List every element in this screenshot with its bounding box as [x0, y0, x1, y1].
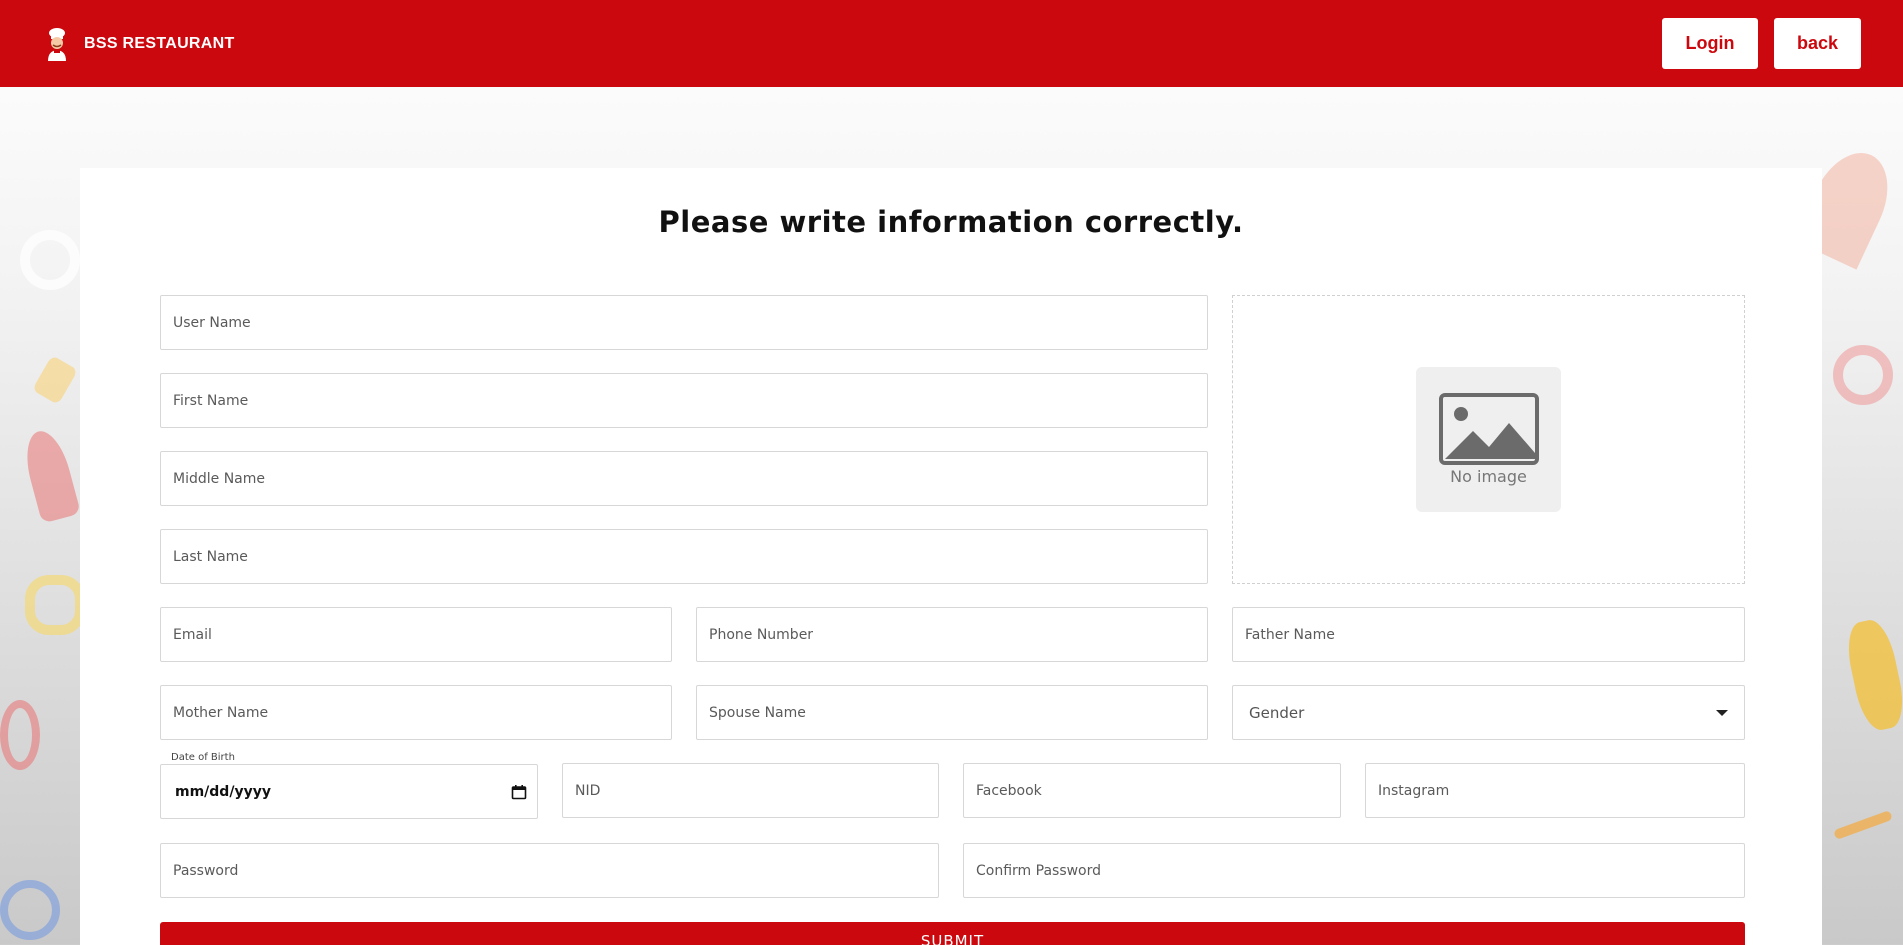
gender-select-value: Gender [1249, 703, 1305, 722]
nid-field [562, 763, 939, 818]
last-name-field [160, 529, 1208, 584]
background-decoration [19, 426, 81, 524]
mother-name-field [160, 685, 672, 740]
user-name-field [160, 295, 1208, 350]
spouse-name-input[interactable] [697, 686, 1207, 739]
last-name-input[interactable] [161, 530, 1207, 583]
submit-button[interactable]: SUBMIT [160, 922, 1745, 945]
image-upload-area[interactable]: No image [1232, 295, 1745, 584]
spouse-name-field [696, 685, 1208, 740]
background-decoration [25, 575, 85, 635]
dob-input[interactable]: mm/dd/yyyy [160, 764, 538, 819]
no-image-placeholder: No image [1416, 367, 1561, 512]
nid-input[interactable] [563, 764, 938, 817]
back-button[interactable]: back [1774, 18, 1861, 69]
father-name-input[interactable] [1233, 608, 1744, 661]
mother-name-input[interactable] [161, 686, 671, 739]
brand[interactable]: BSS RESTAURANT [42, 27, 235, 61]
gender-select[interactable]: Gender [1232, 685, 1745, 740]
page-title: Please write information correctly. [658, 205, 1244, 239]
navbar: BSS RESTAURANT Login back [0, 0, 1903, 87]
facebook-input[interactable] [964, 764, 1340, 817]
password-input[interactable] [161, 844, 938, 897]
middle-name-input[interactable] [161, 452, 1207, 505]
background-decoration [0, 700, 40, 770]
image-placeholder-icon [1438, 393, 1539, 465]
no-image-text: No image [1450, 467, 1527, 486]
background-decoration [1842, 616, 1903, 734]
password-field [160, 843, 939, 898]
login-button[interactable]: Login [1662, 18, 1758, 69]
dob-value: mm/dd/yyyy [175, 783, 271, 800]
confirm-password-field [963, 843, 1745, 898]
dob-label: Date of Birth [171, 752, 235, 763]
background-decoration [1833, 345, 1893, 405]
registration-card: Please write information correctly. No i… [80, 168, 1822, 945]
first-name-input[interactable] [161, 374, 1207, 427]
phone-input[interactable] [697, 608, 1207, 661]
father-name-field [1232, 607, 1745, 662]
confirm-password-input[interactable] [964, 844, 1744, 897]
middle-name-field [160, 451, 1208, 506]
instagram-input[interactable] [1366, 764, 1744, 817]
phone-field [696, 607, 1208, 662]
email-field [160, 607, 672, 662]
user-name-input[interactable] [161, 296, 1207, 349]
instagram-field [1365, 763, 1745, 818]
facebook-field [963, 763, 1341, 818]
background-decoration [0, 880, 60, 940]
background-decoration [1833, 810, 1893, 840]
caret-down-icon [1716, 709, 1728, 716]
email-input[interactable] [161, 608, 671, 661]
calendar-icon[interactable] [511, 784, 527, 800]
brand-name: BSS RESTAURANT [84, 34, 235, 52]
chef-logo-icon [42, 27, 72, 61]
background-decoration [32, 355, 78, 405]
background-decoration [20, 230, 80, 290]
first-name-field [160, 373, 1208, 428]
